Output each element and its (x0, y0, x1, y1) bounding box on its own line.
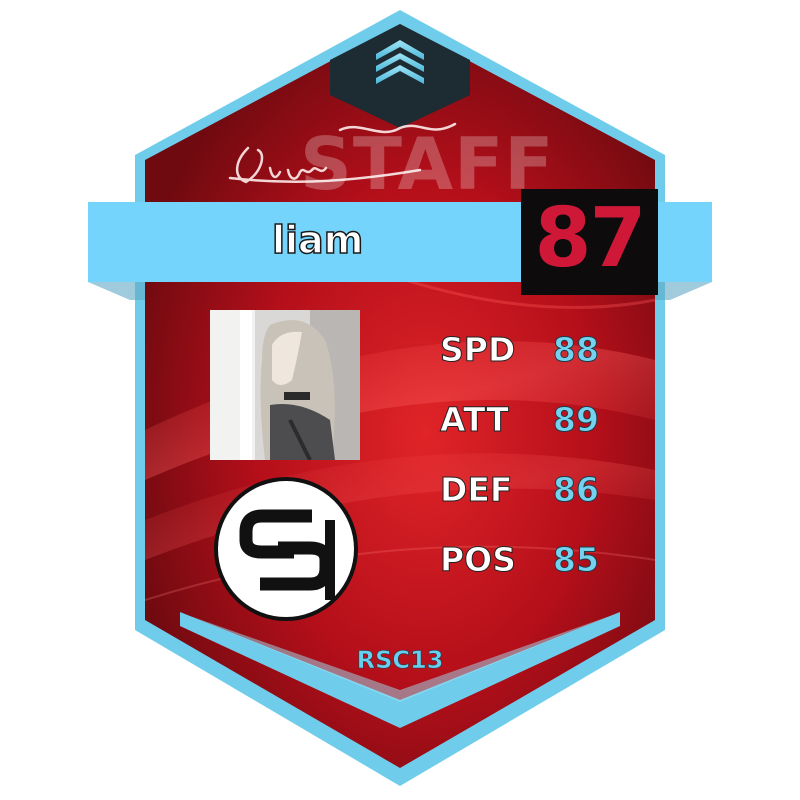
stat-value-pos: 85 (553, 540, 600, 580)
player-portrait (210, 310, 360, 460)
role-watermark: STAFF (300, 122, 555, 206)
stat-value-def: 86 (553, 470, 600, 510)
footer-code: RSC13 (356, 646, 444, 675)
overall-rating: 87 (534, 191, 646, 286)
stat-value-spd: 88 (553, 330, 600, 370)
stat-label-spd: SPD (440, 330, 516, 370)
banner-shadow-right (655, 282, 712, 300)
stat-label-def: DEF (440, 470, 513, 510)
stat-value-att: 89 (553, 400, 600, 440)
player-name: liam (271, 217, 364, 263)
sa-team-logo-icon (214, 477, 358, 621)
stat-label-att: ATT (440, 400, 510, 440)
player-card (88, 10, 712, 786)
banner-shadow-left (88, 282, 145, 300)
stat-label-pos: POS (440, 540, 517, 580)
